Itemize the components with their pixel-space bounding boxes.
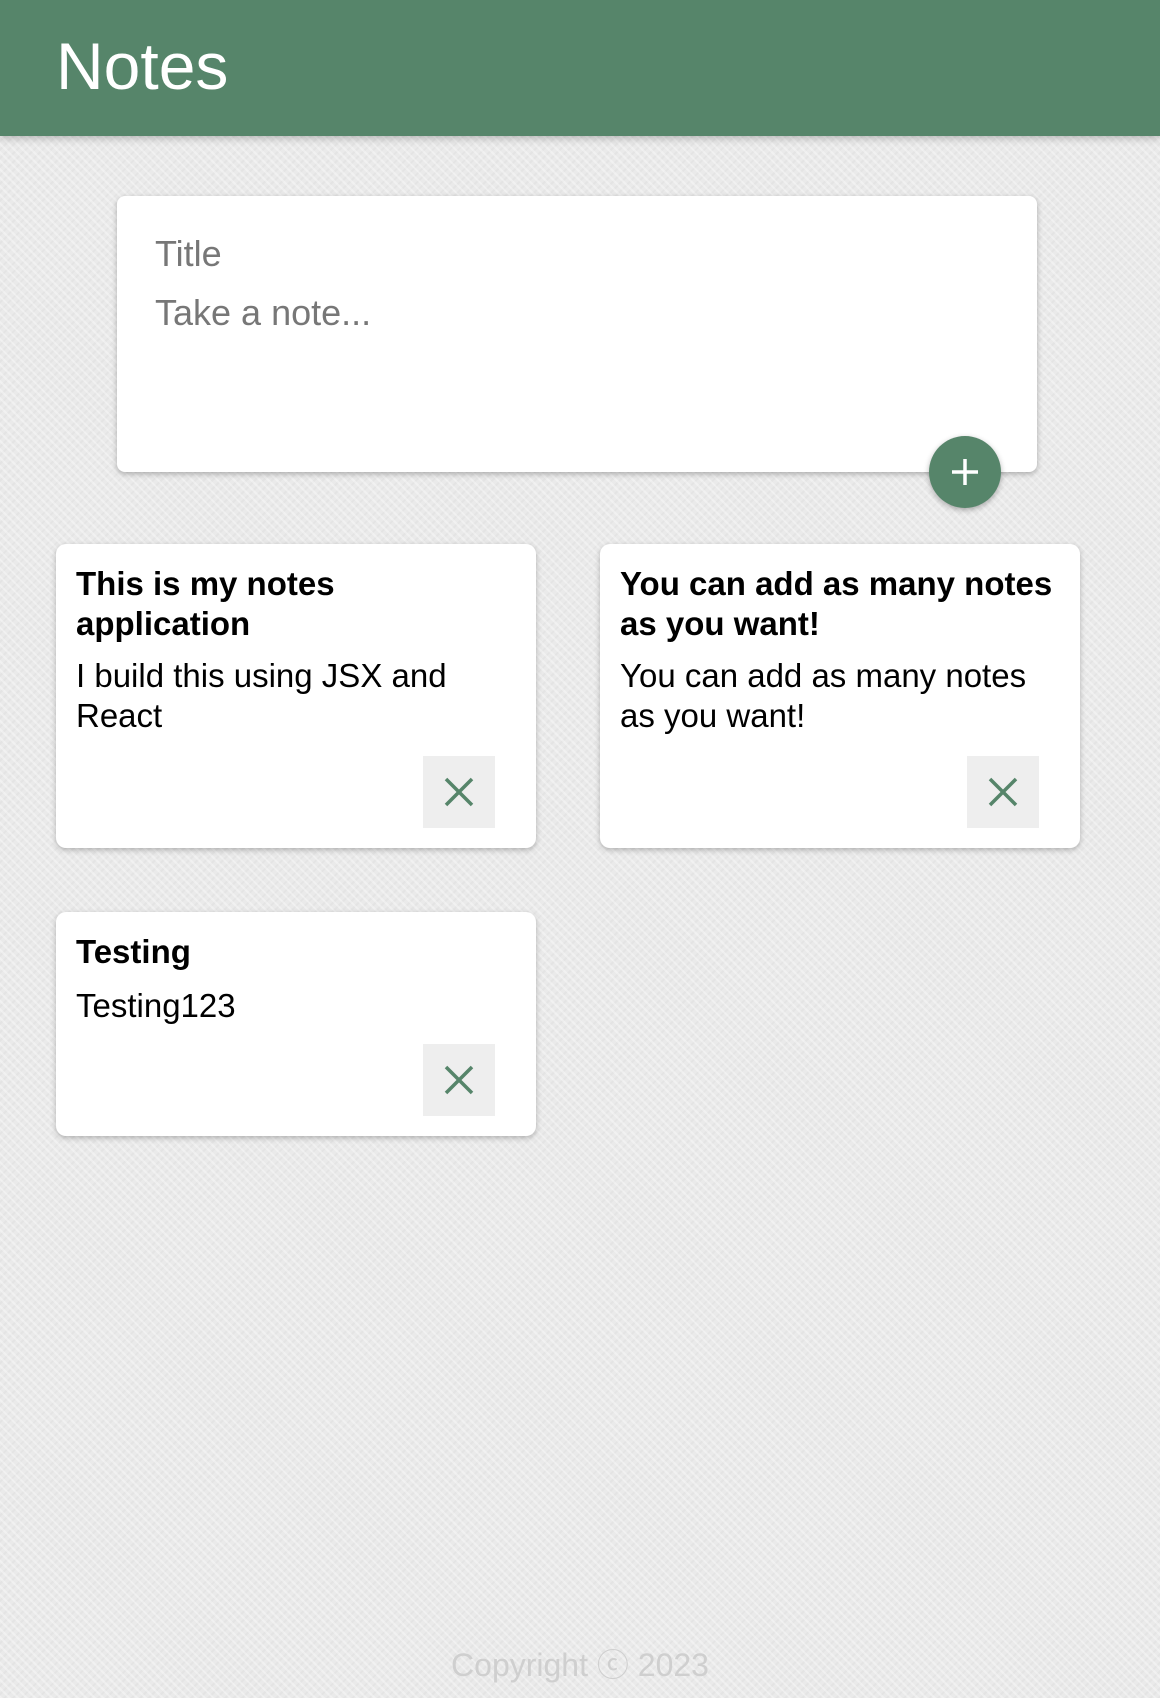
note-content: Testing123 [76, 987, 236, 1024]
note-title: This is my notes application [76, 565, 335, 642]
app-title: Notes [56, 29, 229, 103]
delete-note-button[interactable] [423, 756, 495, 828]
note-card: You can add as many notes as you want! Y… [600, 544, 1080, 848]
note-title: Testing [76, 933, 191, 970]
note-card: Testing Testing123 [56, 912, 536, 1136]
footer: Copyright ⓒ 2023 [0, 1640, 1160, 1690]
close-icon [988, 777, 1018, 807]
create-note-form [117, 196, 1037, 472]
note-title: You can add as many notes as you want! [620, 565, 1053, 642]
plus-icon [952, 459, 978, 485]
delete-note-button[interactable] [423, 1044, 495, 1116]
note-content-input[interactable] [155, 292, 995, 412]
close-icon [444, 777, 474, 807]
app-header: Notes [0, 0, 1160, 136]
delete-note-button[interactable] [967, 756, 1039, 828]
note-content: You can add as many notes as you want! [620, 657, 1027, 734]
note-card: This is my notes application I build thi… [56, 544, 536, 848]
note-title-input[interactable] [155, 232, 995, 276]
add-note-button[interactable] [929, 436, 1001, 508]
note-content: I build this using JSX and React [76, 657, 447, 734]
copyright-text: Copyright ⓒ 2023 [451, 1647, 709, 1683]
close-icon [444, 1065, 474, 1095]
